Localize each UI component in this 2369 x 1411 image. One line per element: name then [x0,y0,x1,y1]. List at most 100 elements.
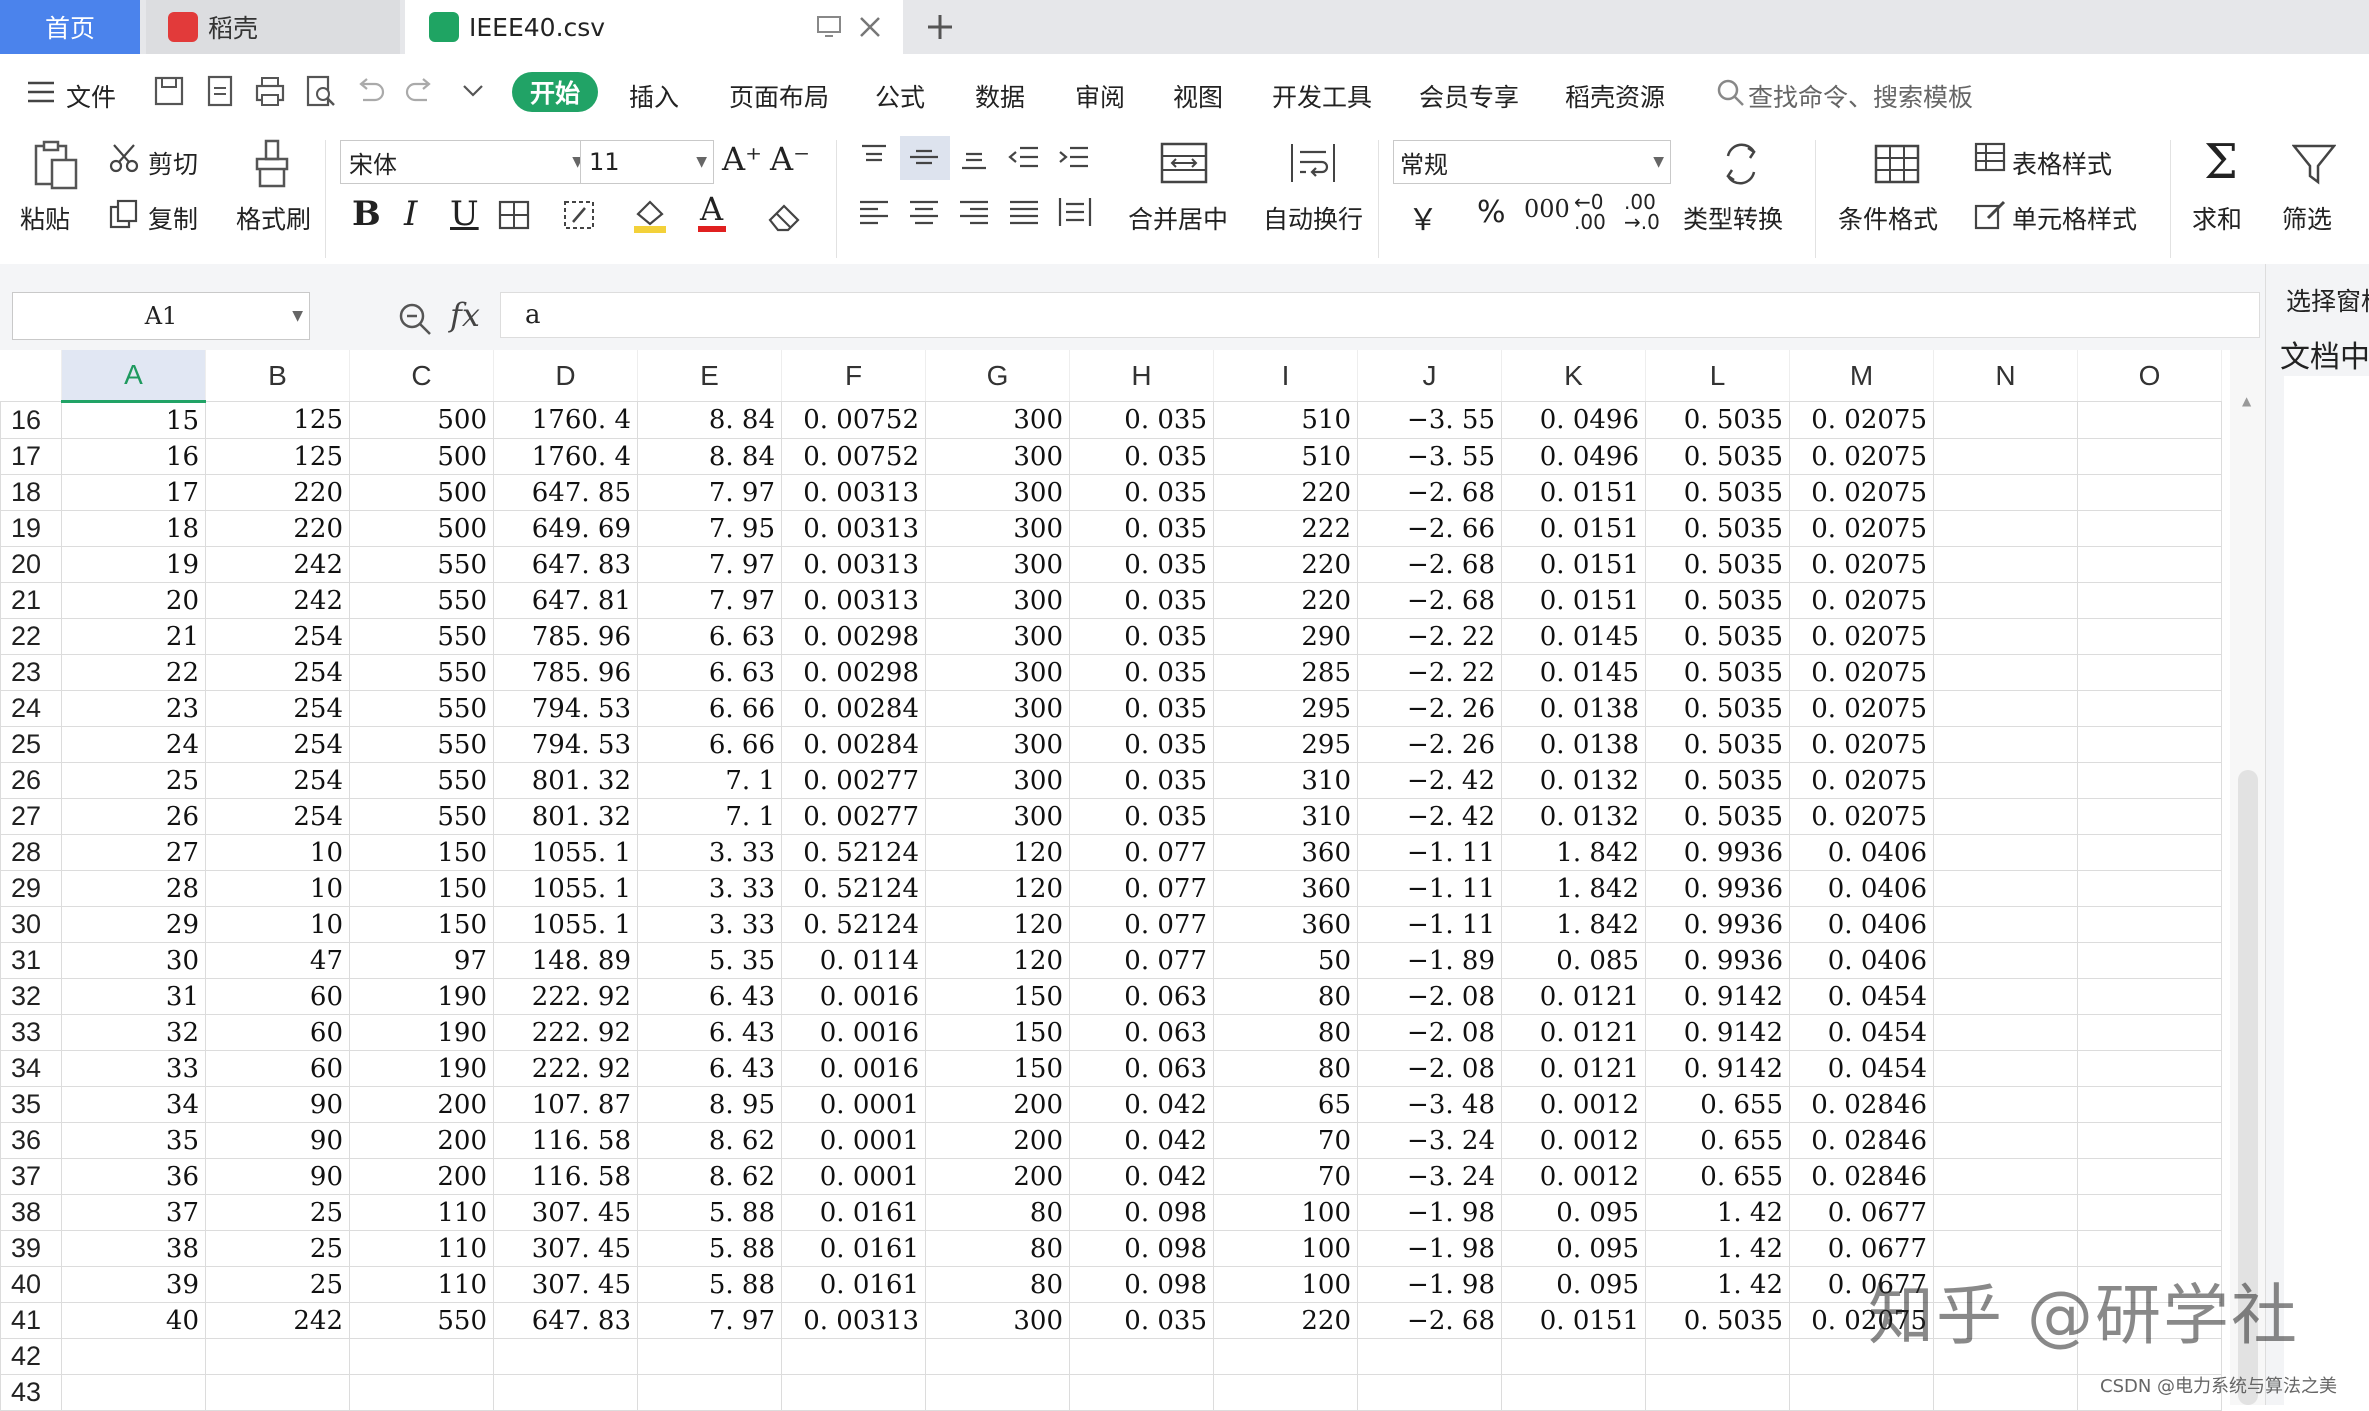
row-header[interactable]: 31 [0,942,62,979]
cell[interactable] [2077,1194,2222,1231]
cell[interactable]: 550 [349,690,494,727]
increase-font-icon[interactable]: A⁺ [722,140,762,178]
increase-indent-icon[interactable] [1058,142,1090,172]
cell[interactable]: 300 [925,618,1070,655]
cell[interactable] [2077,726,2222,763]
fx-icon[interactable]: fx [450,296,480,334]
column-header-f[interactable]: F [781,350,926,402]
cell[interactable]: 36 [61,1158,206,1195]
cell[interactable]: 80 [1213,1014,1358,1051]
column-header-j[interactable]: J [1357,350,1502,402]
row-header[interactable]: 27 [0,798,62,835]
close-tab-icon[interactable] [859,16,881,38]
cell[interactable] [1501,1338,1646,1375]
paste-icon[interactable] [30,138,80,190]
save-icon[interactable] [152,74,186,108]
cell[interactable]: 0. 00752 [781,401,926,439]
cell[interactable]: 0. 0121 [1501,978,1646,1015]
cell[interactable] [1933,870,2078,907]
thousands-separator-button[interactable]: 000 [1524,195,1570,223]
cell[interactable]: 6. 66 [637,726,782,763]
cell[interactable] [781,1338,926,1375]
cell[interactable]: 0. 655 [1645,1158,1790,1195]
cell[interactable]: 0. 0016 [781,1014,926,1051]
row-header[interactable]: 16 [0,401,62,439]
cell[interactable]: 0. 0151 [1501,510,1646,547]
decrease-font-icon[interactable]: A⁻ [770,140,810,178]
cell[interactable]: 200 [925,1122,1070,1159]
cell[interactable]: 0. 0145 [1501,618,1646,655]
cell[interactable] [1933,1194,2078,1231]
column-header-a[interactable]: A [61,350,206,403]
cell[interactable]: 107. 87 [493,1086,638,1123]
cell[interactable]: 220 [1213,546,1358,583]
cell[interactable]: −1. 98 [1357,1230,1502,1267]
cell[interactable]: 18 [61,510,206,547]
cell[interactable]: 116. 58 [493,1122,638,1159]
cell[interactable]: 0. 063 [1069,1050,1214,1087]
cell[interactable]: 0. 095 [1501,1230,1646,1267]
cell[interactable]: 0. 00298 [781,654,926,691]
fill-border-icon[interactable] [563,200,597,230]
cell[interactable]: 34 [61,1086,206,1123]
cell[interactable]: 0. 0151 [1501,546,1646,583]
cell[interactable] [1789,1374,1934,1411]
cell[interactable]: 65 [1213,1086,1358,1123]
cell[interactable]: 1760. 4 [493,438,638,475]
cell[interactable]: 0. 085 [1501,942,1646,979]
cell[interactable]: 80 [1213,1050,1358,1087]
cell-style-icon[interactable] [1974,198,2006,230]
cell[interactable] [1357,1374,1502,1411]
cell[interactable]: 500 [349,401,494,439]
cell[interactable]: 60 [205,1014,350,1051]
cell[interactable]: 0. 063 [1069,1014,1214,1051]
cell[interactable] [1933,582,2078,619]
cell[interactable] [61,1374,206,1411]
cell[interactable]: 0. 02075 [1789,438,1934,475]
cell[interactable]: 220 [1213,582,1358,619]
cell[interactable] [1933,690,2078,727]
row-header[interactable]: 26 [0,762,62,799]
align-bottom-icon[interactable] [958,142,990,172]
cell[interactable]: 300 [925,726,1070,763]
cell[interactable]: 0. 02075 [1789,618,1934,655]
tab-daoke[interactable]: 稻壳 [146,0,400,54]
cell[interactable]: 300 [925,474,1070,511]
cell[interactable]: 222. 92 [493,1014,638,1051]
cell[interactable]: 0. 0001 [781,1158,926,1195]
cell[interactable]: 310 [1213,762,1358,799]
cell[interactable]: 0. 00277 [781,798,926,835]
menu-developer[interactable]: 开发工具 [1272,78,1372,114]
cell[interactable]: 0. 0161 [781,1194,926,1231]
cell[interactable]: 1. 842 [1501,834,1646,871]
cell[interactable]: 0. 035 [1069,401,1214,439]
cell[interactable]: 8. 84 [637,438,782,475]
cell[interactable]: 19 [61,546,206,583]
align-middle-icon[interactable] [908,142,940,172]
cell[interactable] [637,1374,782,1411]
cell[interactable]: 0. 0161 [781,1230,926,1267]
cell[interactable]: 0. 5035 [1645,618,1790,655]
cell[interactable]: 307. 45 [493,1266,638,1303]
menu-formula[interactable]: 公式 [875,78,925,114]
cell[interactable] [493,1338,638,1375]
sum-sigma-icon[interactable]: Σ [2204,134,2238,190]
cell[interactable]: 15 [61,401,206,439]
menu-view[interactable]: 视图 [1173,78,1223,114]
align-left-icon[interactable] [858,198,890,228]
cell[interactable]: 100 [1213,1194,1358,1231]
cell[interactable] [925,1374,1070,1411]
cell[interactable]: 6. 43 [637,1014,782,1051]
row-header[interactable]: 22 [0,618,62,655]
cell[interactable]: 21 [61,618,206,655]
format-painter-button[interactable]: 格式刷 [236,200,311,236]
fill-color-icon[interactable] [632,196,668,234]
cell[interactable]: 110 [349,1266,494,1303]
cell[interactable]: 8. 95 [637,1086,782,1123]
cell[interactable] [1933,1158,2078,1195]
cell[interactable]: 0. 063 [1069,978,1214,1015]
cell[interactable] [1069,1374,1214,1411]
number-format-select[interactable]: 常规 ▼ [1393,140,1671,184]
cell[interactable]: 37 [61,1194,206,1231]
cell[interactable]: 110 [349,1194,494,1231]
